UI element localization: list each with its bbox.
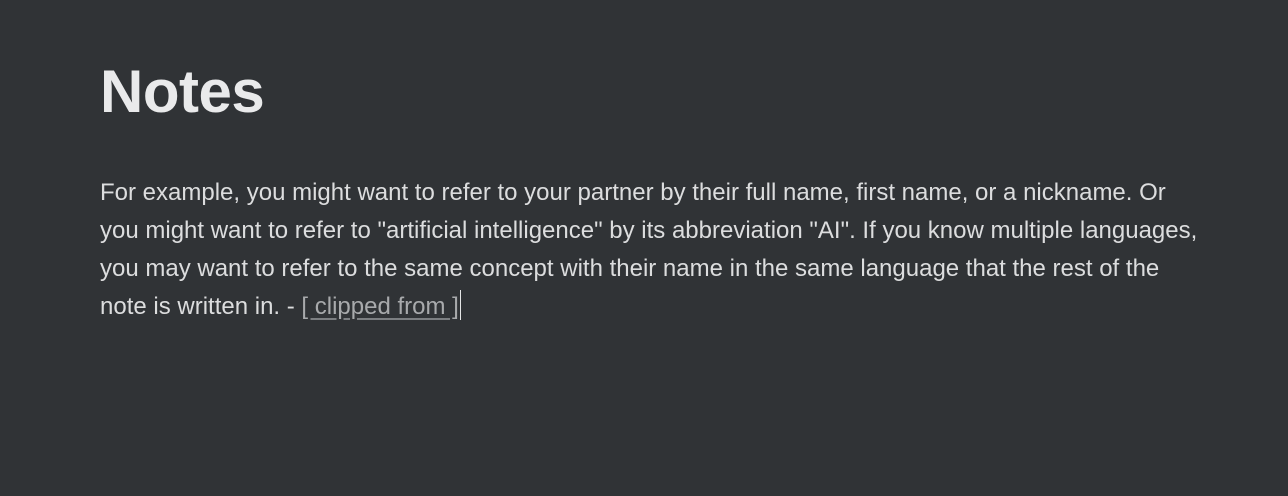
note-title[interactable]: Notes	[100, 52, 1188, 132]
note-body[interactable]: For example, you might want to refer to …	[100, 174, 1210, 326]
note-body-text[interactable]: For example, you might want to refer to …	[100, 179, 1197, 320]
text-cursor	[459, 290, 462, 320]
clipped-from-link[interactable]: [ clipped from ]	[301, 293, 458, 320]
note-editor[interactable]: Notes For example, you might want to ref…	[0, 0, 1288, 496]
